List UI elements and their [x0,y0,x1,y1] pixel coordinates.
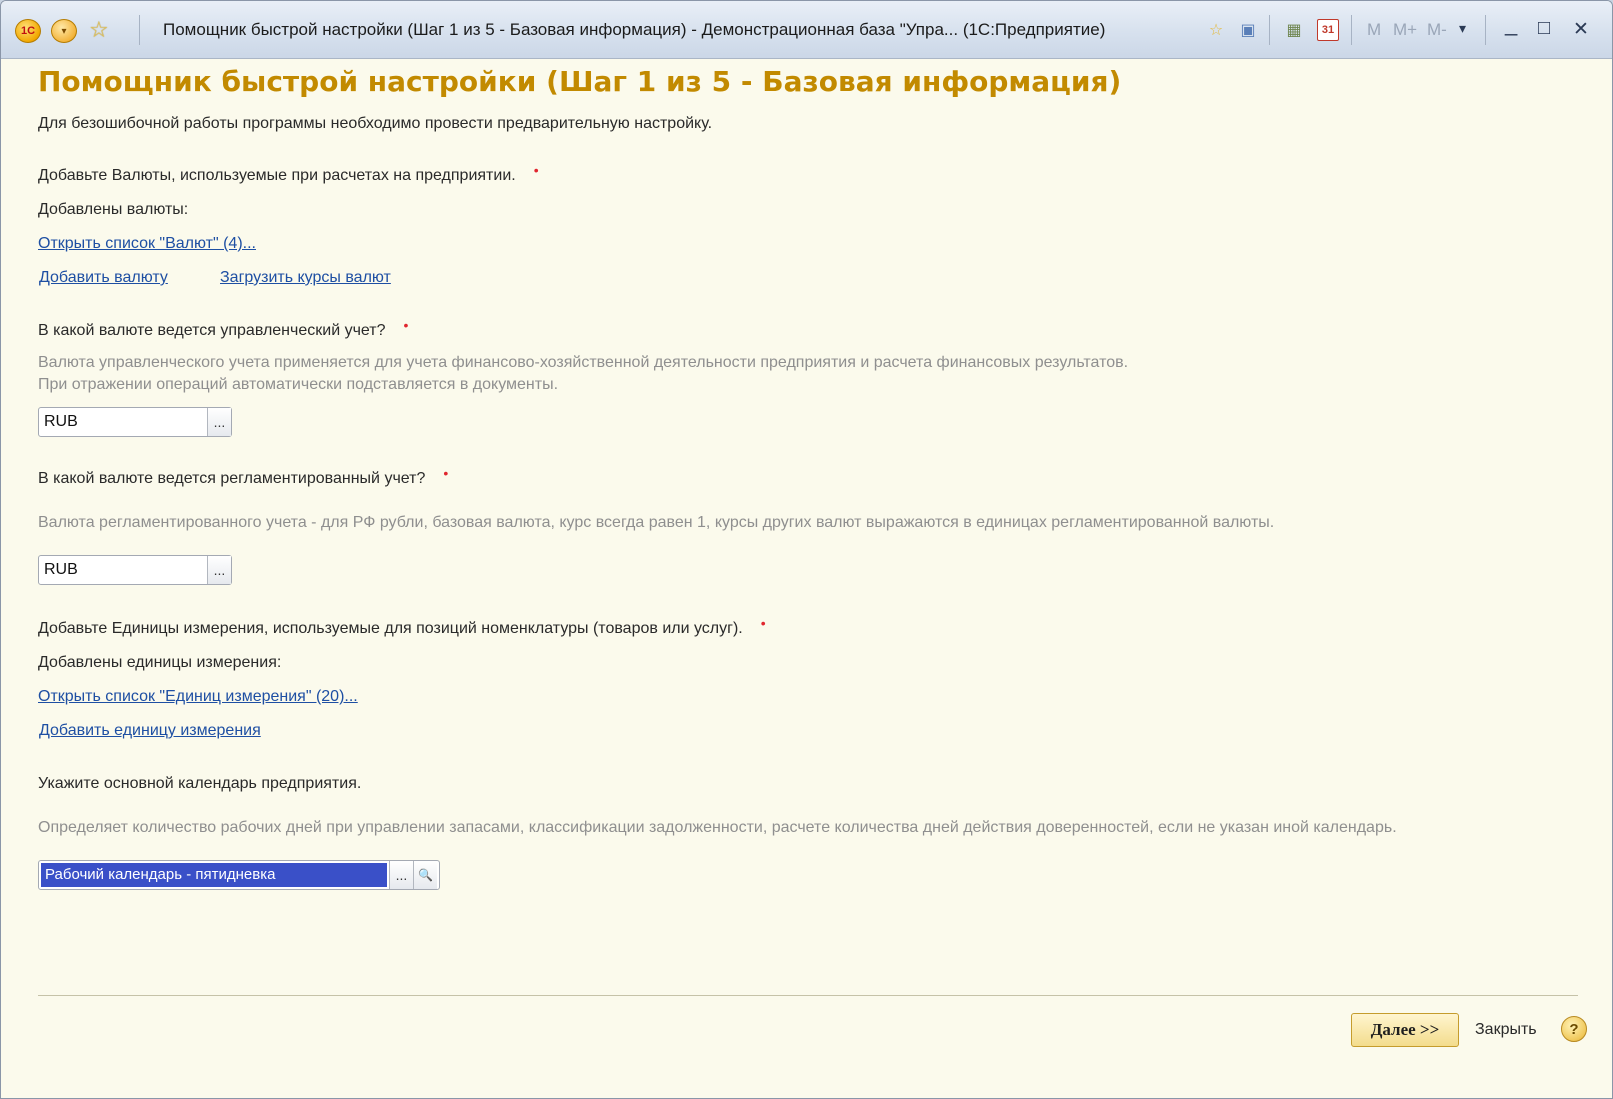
added-units-label: Добавлены единицы измерения: [38,654,282,671]
page-title: Помощник быстрой настройки (Шаг 1 из 5 -… [38,65,1122,98]
minimize-button[interactable]: _ [1505,11,1517,37]
reg-currency-question: В какой валюте ведется регламентированны… [38,465,448,488]
close-window-button[interactable]: ✕ [1573,18,1589,41]
title-separator [1351,15,1352,45]
reg-currency-hint: Валюта регламентированного учета - для Р… [38,514,1275,531]
footer-divider [38,995,1578,996]
title-bar: 1С ▾ ☆ Помощник быстрой настройки (Шаг 1… [1,1,1612,59]
reg-currency-question-text: В какой валюте ведется регламентированны… [38,470,426,487]
currencies-prompt: Добавьте Валюты, используемые при расчет… [38,162,539,185]
required-mark: • [533,162,539,178]
added-currencies-label: Добавлены валюты: [38,201,189,218]
mgmt-currency-hint-line1: Валюта управленческого учета применяется… [38,354,1129,371]
maximize-button[interactable]: □ [1538,17,1550,40]
mgmt-currency-value[interactable]: RUB [39,413,207,431]
search-icon[interactable]: 🔍 [413,861,437,889]
mgmt-currency-question: В какой валюте ведется управленческий уч… [38,317,408,340]
reg-currency-select-button[interactable]: ... [207,556,231,584]
calendar-value[interactable]: Рабочий календарь - пятидневка [41,863,387,887]
add-to-favorites-icon[interactable]: ☆ [1205,19,1227,41]
currencies-prompt-text: Добавьте Валюты, используемые при расчет… [38,167,516,184]
calendar-prompt: Укажите основной календарь предприятия. [38,775,362,792]
calendar-select-button[interactable]: ... [389,861,413,889]
required-mark: • [760,615,766,631]
app-window: 1С ▾ ☆ Помощник быстрой настройки (Шаг 1… [0,0,1613,1099]
reg-currency-field[interactable]: RUB ... [38,555,232,585]
intro-text: Для безошибочной работы программы необхо… [38,115,713,132]
favorites-star-icon[interactable]: ☆ [89,17,109,43]
next-button[interactable]: Далее >> [1351,1013,1459,1047]
mgmt-currency-hint-line2: При отражении операций автоматически под… [38,376,559,393]
reg-currency-value[interactable]: RUB [39,561,207,579]
bookmark-icon[interactable]: ▣ [1237,19,1259,41]
main-menu-icon[interactable]: ▾ [51,19,77,43]
1c-logo-icon[interactable]: 1С [15,19,41,43]
mgmt-currency-question-text: В какой валюте ведется управленческий уч… [38,322,386,339]
required-mark: • [403,317,409,333]
wizard-content: Помощник быстрой настройки (Шаг 1 из 5 -… [1,59,1612,1098]
add-currency-link[interactable]: Добавить валюту [39,269,168,287]
load-exchange-rates-link[interactable]: Загрузить курсы валют [220,269,391,287]
units-prompt: Добавьте Единицы измерения, используемые… [38,615,766,638]
calculator-icon[interactable]: ▦ [1283,19,1305,41]
mgmt-currency-select-button[interactable]: ... [207,408,231,436]
open-currencies-list-link[interactable]: Открыть список "Валют" (4)... [38,235,256,253]
mgmt-currency-field[interactable]: RUB ... [38,407,232,437]
title-separator [139,15,140,45]
calendar-icon[interactable]: 31 [1317,19,1339,41]
window-title: Помощник быстрой настройки (Шаг 1 из 5 -… [163,20,1106,39]
calendar-field[interactable]: Рабочий календарь - пятидневка ... 🔍 [38,860,440,890]
units-prompt-text: Добавьте Единицы измерения, используемые… [38,620,743,637]
title-separator [1269,15,1270,45]
open-units-list-link[interactable]: Открыть список "Единиц измерения" (20)..… [38,688,358,706]
memory-plus-button[interactable]: M+ [1393,20,1417,40]
title-separator [1485,15,1486,45]
help-icon[interactable]: ? [1561,1016,1587,1042]
calendar-hint: Определяет количество рабочих дней при у… [38,819,1397,836]
required-mark: • [443,465,449,481]
toolbar-dropdown-icon[interactable]: ▾ [1459,20,1466,37]
memory-minus-button[interactable]: M- [1427,20,1447,40]
close-button[interactable]: Закрыть [1475,1021,1537,1039]
add-unit-link[interactable]: Добавить единицу измерения [39,722,261,740]
memory-m-button[interactable]: M [1367,20,1381,40]
